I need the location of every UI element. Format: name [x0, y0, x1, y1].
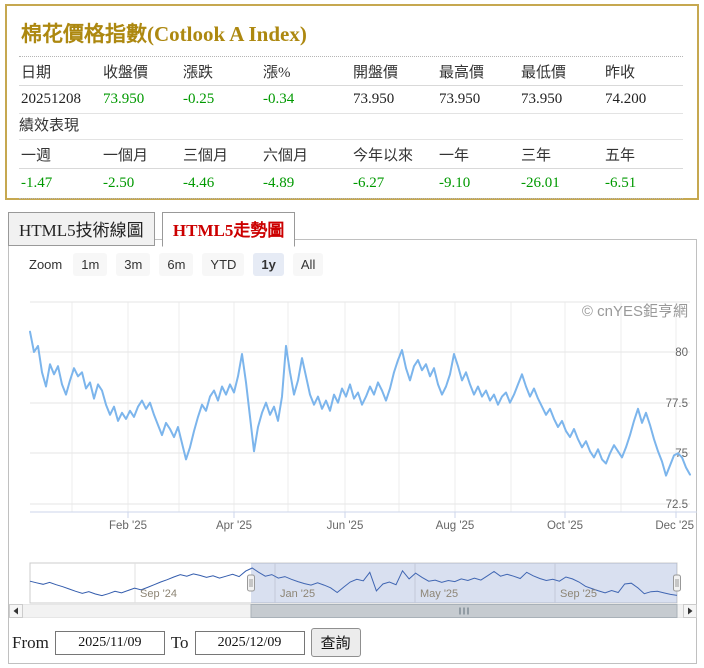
from-label: From	[12, 632, 49, 652]
price-line-series	[29, 330, 691, 477]
quote-low: 73.950	[521, 91, 563, 107]
scrollbar[interactable]	[9, 604, 697, 618]
quote-header-cell: 收盤價	[103, 64, 149, 81]
zoom-label: Zoom	[29, 257, 63, 272]
query-button[interactable]: 查詢	[310, 628, 361, 657]
navigator[interactable]: Sep '24 Jan '25 May '25 Sep '25	[29, 562, 681, 604]
x-axis: Feb '25 Apr '25 Jun '25 Aug '25 Oct '25 Dec '…	[30, 511, 697, 532]
performance-value-cell: -26.01	[521, 175, 560, 191]
zoom-button-1m[interactable]: 1m	[73, 253, 108, 276]
performance-header-cell: 五年	[605, 147, 636, 164]
chart-text: Aug '25	[436, 520, 475, 532]
performance-value-cell: -9.10	[439, 175, 471, 191]
quote-header-row: 日期 收盤價 漲跌 漲% 開盤價 最高價 最低價 昨收	[19, 57, 683, 86]
navigator-right-handle[interactable]	[673, 574, 681, 592]
chart-text: May '25	[420, 588, 458, 600]
performance-value-cell: -6.27	[353, 175, 385, 191]
watermark: © cnYES鉅亨網	[582, 303, 688, 320]
performance-header-cell: 今年以來	[353, 147, 414, 164]
chart-text: Oct '25	[547, 520, 583, 532]
quote-box: 棉花價格指數(Cotlook A Index) 日期 收盤價 漲跌 漲% 開盤價 最高價 最…	[5, 4, 699, 200]
zoom-button-3m[interactable]: 3m	[116, 253, 151, 276]
chart-gridlines: 8077.57572.5	[30, 301, 690, 512]
chart-text: © cnYES鉅亨網	[582, 303, 688, 320]
quote-header-cell: 昨收	[605, 64, 636, 81]
performance-value-row: -1.47 -2.50 -4.46 -4.89 -6.27 -9.10 -26.01 -6.5…	[19, 169, 683, 199]
stock-chart[interactable]: 8077.57572.5Feb '25 Apr '25 Jun '25 Aug '25…	[9, 240, 697, 622]
performance-value-cell: -2.50	[103, 175, 135, 191]
quote-prev-close: 74.200	[605, 91, 647, 107]
chart-text: Apr '25	[216, 520, 252, 532]
quote-header-cell: 開盤價	[353, 64, 399, 81]
chart-text: Sep '24	[140, 588, 177, 600]
chart-text: 77.5	[666, 398, 688, 410]
zoom-button-ytd[interactable]: YTD	[202, 253, 245, 276]
performance-header-cell: 六個月	[263, 147, 309, 164]
zoom-button-6m[interactable]: 6m	[159, 253, 194, 276]
quote-close: 73.950	[103, 91, 145, 107]
to-date-input[interactable]	[194, 630, 305, 655]
quote-header-cell: 漲跌	[183, 64, 214, 81]
chart-text: Dec '25	[655, 520, 694, 532]
scrollbar-right-button[interactable]	[683, 604, 697, 618]
performance-header-cell: 一週	[21, 147, 52, 164]
tab-html5-technical-chart[interactable]: HTML5技術線圖	[8, 212, 155, 246]
zoom-button-all[interactable]: All	[292, 253, 324, 276]
page-title: 棉花價格指數(Cotlook A Index)	[19, 14, 683, 57]
tab-html5-trend-chart[interactable]: HTML5走勢圖	[161, 212, 296, 247]
quote-high: 73.950	[439, 91, 481, 107]
performance-header-cell: 一個月	[103, 147, 149, 164]
chart-text: Jan '25	[280, 588, 315, 600]
from-date-input[interactable]	[54, 630, 165, 655]
date-query-bar: From To 查詢	[12, 628, 361, 657]
performance-header-cell: 三年	[521, 147, 552, 164]
navigator-left-handle[interactable]	[247, 574, 255, 592]
quote-data-row: 20251208 73.950 -0.25 -0.34 73.950 73.95…	[19, 86, 683, 114]
quote-date: 20251208	[21, 91, 81, 107]
quote-change: -0.25	[183, 91, 215, 107]
performance-header-row: 一週 一個月 三個月 六個月 今年以來 一年 三年 五年	[19, 140, 683, 169]
chart-text: 72.5	[666, 499, 688, 511]
chart-text: Feb '25	[109, 520, 147, 532]
to-label: To	[170, 632, 189, 652]
performance-value-cell: -6.51	[605, 175, 637, 191]
chart-panel: Zoom 1m 3m 6m YTD 1y All 80 77.5 75 72.5 Feb…	[8, 239, 697, 664]
quote-header-cell: 漲%	[263, 64, 291, 81]
zoom-button-1y[interactable]: 1y	[253, 253, 284, 276]
performance-value-cell: -1.47	[21, 175, 53, 191]
chart-tabs: HTML5技術線圖 HTML5走勢圖	[8, 212, 704, 247]
performance-value-cell: -4.89	[263, 175, 295, 191]
performance-header-cell: 一年	[439, 147, 470, 164]
performance-header-cell: 三個月	[183, 147, 229, 164]
chart-text: Jun '25	[327, 520, 364, 532]
quote-header-cell: 日期	[21, 64, 52, 81]
performance-title: 績效表現	[19, 114, 683, 140]
zoom-toolbar: Zoom 1m 3m 6m YTD 1y All	[29, 253, 324, 276]
performance-value-cell: -4.46	[183, 175, 215, 191]
chart-text: 80	[675, 347, 688, 359]
chart-text: Sep '25	[560, 588, 597, 600]
quote-change-percent: -0.34	[263, 91, 295, 107]
quote-header-cell: 最低價	[521, 64, 567, 81]
quote-header-cell: 最高價	[439, 64, 485, 81]
quote-open: 73.950	[353, 91, 395, 107]
scrollbar-left-button[interactable]	[9, 604, 23, 618]
